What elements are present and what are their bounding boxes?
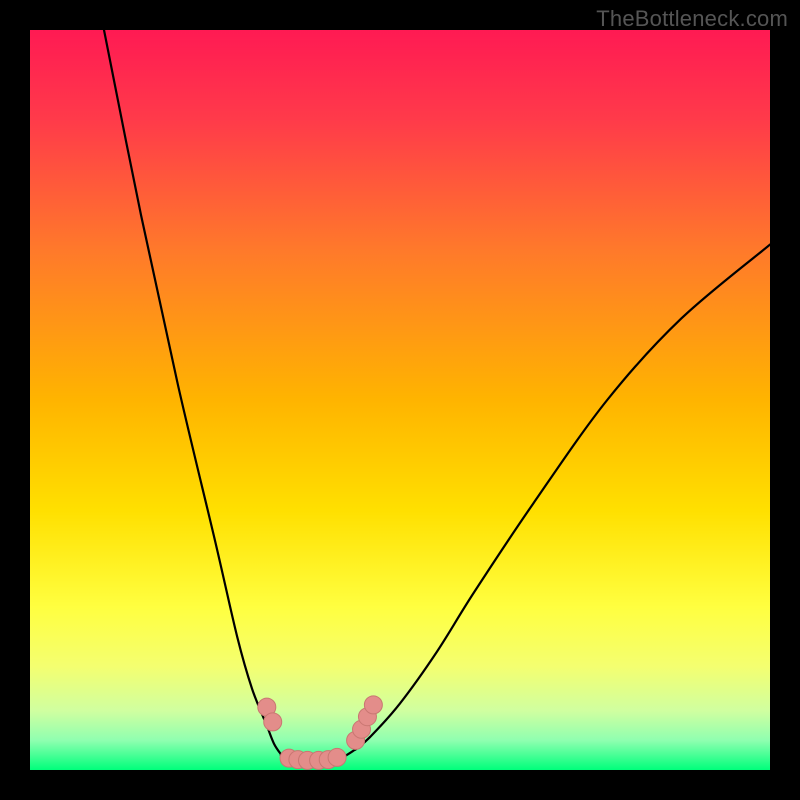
curve-marker <box>264 713 282 731</box>
chart-frame: TheBottleneck.com <box>0 0 800 800</box>
curve-marker <box>328 748 346 766</box>
plot-svg <box>30 30 770 770</box>
curve-marker <box>364 696 382 714</box>
gradient-background <box>30 30 770 770</box>
watermark-text: TheBottleneck.com <box>596 6 788 32</box>
bottleneck-plot <box>30 30 770 770</box>
